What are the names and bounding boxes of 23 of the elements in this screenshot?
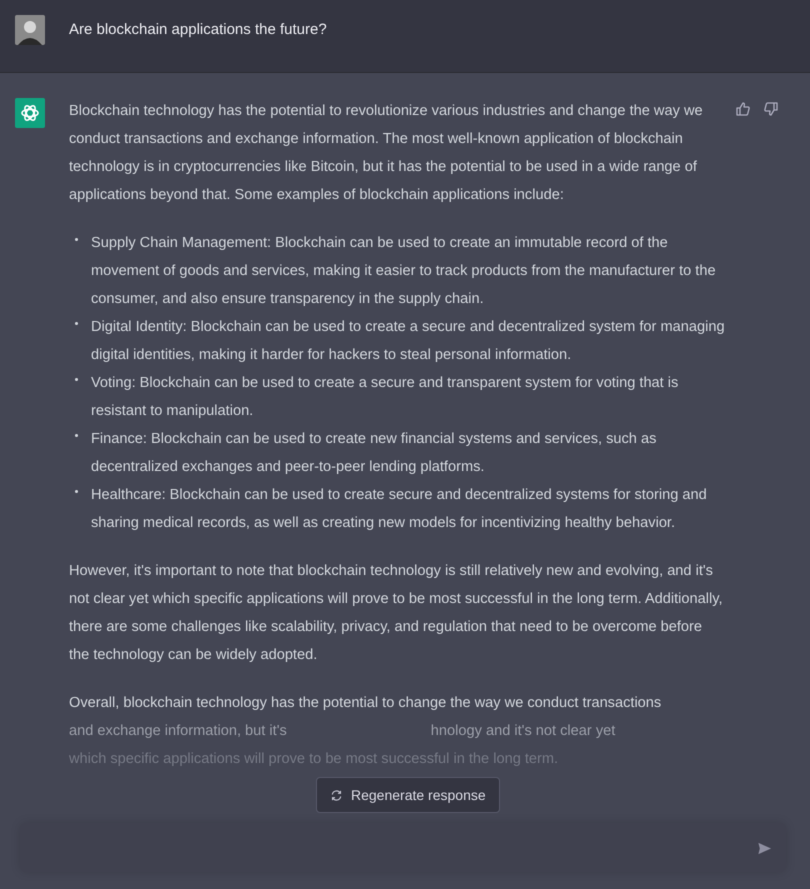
list-item-text: Voting: Blockchain can be used to create a secure and transparent system for voting that is resistant to manipulation. [91, 374, 680, 421]
list-item-text: Supply Chain Management: Blockchain can be used to create an immutable record of the movement of goods and services, making it easier to track products from the manufacturer to the consumer, and also ensure transparency in the supply chain. [91, 234, 717, 309]
text-line: hnology and it's not clear yet [430, 722, 616, 741]
bullet-icon [75, 490, 78, 493]
regenerate-button[interactable]: Regenerate response [316, 777, 500, 813]
refresh-icon [330, 788, 343, 802]
thumbs-down-icon[interactable] [763, 101, 779, 117]
user-message: Are blockchain applications the future? [69, 20, 327, 40]
text-line: Overall, blockchain technology has the potential to change the way we conduct transactions [69, 694, 662, 713]
bullet-icon [75, 322, 78, 325]
bullet-icon [75, 238, 78, 241]
paragraph: Blockchain technology has the potential to revolutionize various industries and change the way we conduct transactions and exchange information. The most well-known application of blockchain technology is in cryptocurrencies like Bitcoin, but it has the potential to be used in a wide range of applications beyond that. Some examples of blockchain applications include: [69, 102, 704, 205]
text-line: and exchange information, but it's [69, 722, 287, 741]
user-avatar [15, 15, 45, 45]
list-item-text: Digital Identity: Blockchain can be used to create a secure and decentralized system for managing digital identities, making it harder for hackers to steal personal information. [91, 318, 725, 365]
list-item-text: Healthcare: Blockchain can be used to create secure and decentralized systems for storing and sharing medical records, as well as creating new models for incentivizing healthy behavior. [91, 486, 708, 533]
list-item-text: Finance: Blockchain can be used to create new financial systems and services, such as decentralized exchanges and peer-to-peer lending platforms. [91, 430, 658, 477]
send-icon[interactable] [757, 841, 772, 856]
thumbs-up-icon[interactable] [735, 101, 751, 117]
bullet-icon [75, 378, 78, 381]
paragraph: However, it's important to note that blockchain technology is still relatively new and evolving, and it's not clear yet which specific applications will prove to be most successful in the long term. Additionally, there are some challenges like scalability, privacy, and regulation that need to be overcome before the technology can be widely adopted. [69, 562, 724, 665]
bullet-icon [75, 434, 78, 437]
assistant-logo-icon [15, 98, 45, 128]
